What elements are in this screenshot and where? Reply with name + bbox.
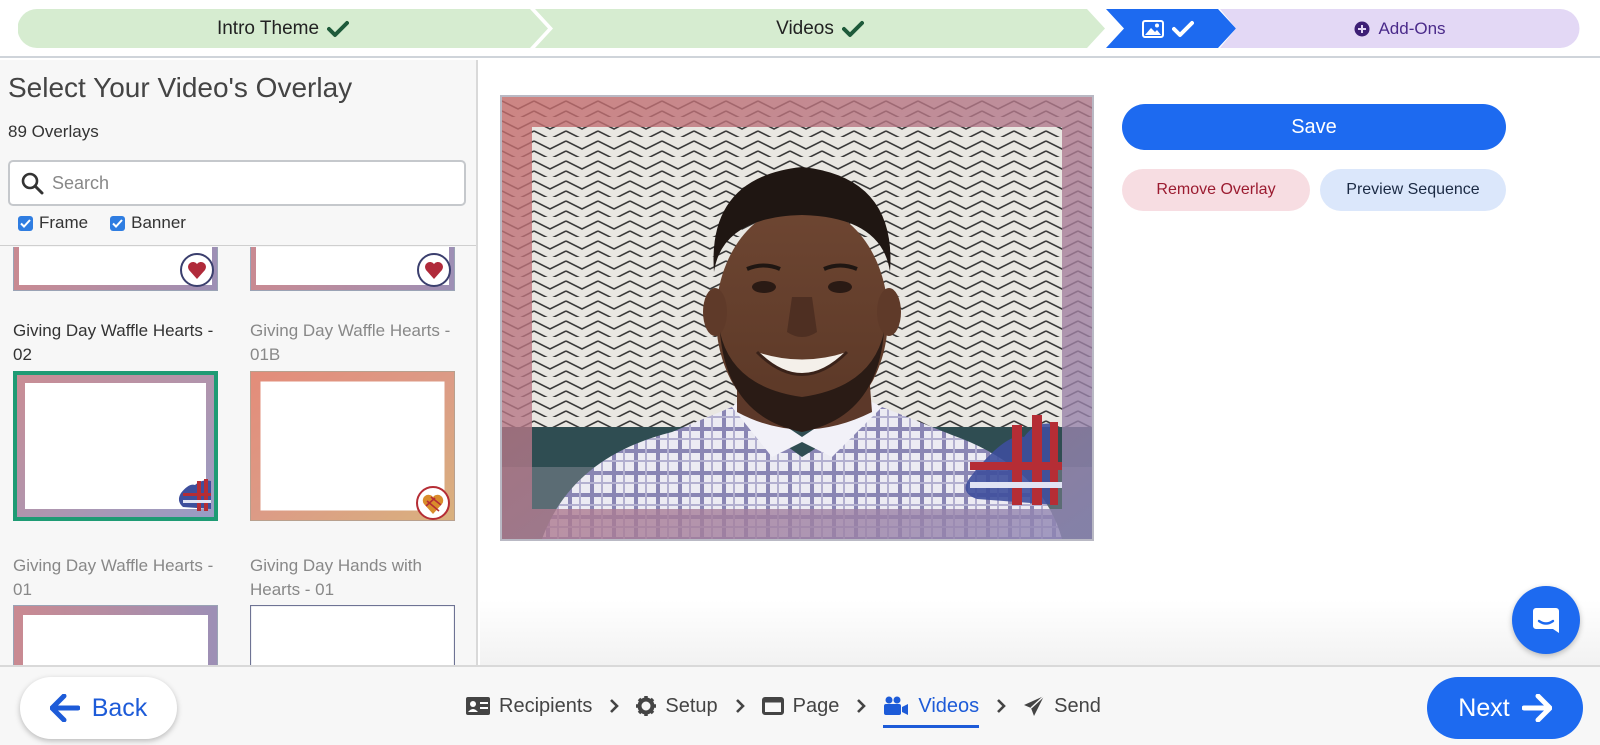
window-icon (761, 697, 784, 715)
remove-overlay-button[interactable]: Remove Overlay (1122, 169, 1310, 211)
search-box[interactable] (8, 160, 466, 206)
overlay-thumbnail[interactable] (249, 604, 456, 665)
arrow-left-icon (49, 694, 80, 722)
checkmark-icon (327, 20, 350, 37)
bottom-bar: Back Recipients Setup Page Videos Send N… (0, 665, 1600, 745)
heart-icon (180, 253, 214, 287)
overlay-count: 89 Overlays (8, 122, 99, 141)
step-videos[interactable]: Videos (535, 9, 1105, 48)
overlay-panel-header: Select Your Video's Overlay 89 Overlays … (0, 60, 476, 246)
step-intro-theme-label: Intro Theme (216, 17, 320, 39)
workflow-nav: Recipients Setup Page Videos Send (466, 667, 1101, 745)
overlay-card[interactable]: Giving Day Hands with Hearts - 01 (250, 554, 455, 604)
filter-banner[interactable]: Banner (110, 213, 186, 233)
overlay-card-title: Giving Day Waffle Hearts - 02 (13, 321, 214, 364)
overlay-thumbnail[interactable] (13, 605, 218, 665)
nav-recipients[interactable]: Recipients (466, 684, 592, 728)
overlay-grid: Giving Day Waffle Hearts - 02 Giving Day… (0, 247, 476, 665)
video-camera-icon (884, 696, 909, 715)
waffle-heart-badge-icon (416, 486, 450, 520)
overlay-card-title: Giving Day Hands with Hearts - 01 (250, 556, 422, 599)
overlay-card-title: Giving Day Waffle Hearts - 01B (250, 321, 451, 364)
filter-frame[interactable]: Frame (18, 213, 88, 233)
nav-setup[interactable]: Setup (636, 684, 718, 728)
nav-videos[interactable]: Videos (883, 684, 979, 728)
chat-launcher-button[interactable] (1512, 586, 1580, 654)
content-bottom-fade (480, 600, 1600, 665)
preview-sequence-button[interactable]: Preview Sequence (1320, 169, 1506, 211)
image-icon (1142, 19, 1164, 38)
overlay-thumbnail[interactable] (249, 370, 456, 522)
chevron-right-icon (996, 698, 1007, 714)
checkmark-icon (841, 20, 864, 37)
save-button[interactable]: Save (1122, 104, 1506, 150)
back-button[interactable]: Back (20, 677, 177, 739)
nav-setup-label: Setup (665, 694, 718, 717)
next-button-label: Next (1458, 693, 1510, 722)
waffle-heart-icon (178, 479, 211, 511)
checkmark-icon (1172, 20, 1194, 37)
nav-send[interactable]: Send (1023, 684, 1101, 728)
overlay-card[interactable]: Giving Day Waffle Hearts - 02 (13, 319, 218, 369)
nav-send-label: Send (1054, 694, 1101, 717)
step-add-ons[interactable]: Add-Ons (1220, 9, 1580, 48)
nav-recipients-label: Recipients (499, 694, 593, 717)
chevron-right-icon (856, 698, 867, 714)
id-card-icon (466, 697, 490, 715)
step-overlay[interactable] (1106, 9, 1236, 48)
chevron-right-icon (609, 698, 620, 714)
arrow-right-icon (1521, 694, 1552, 722)
step-add-ons-label: Add-Ons (1378, 18, 1446, 38)
nav-page[interactable]: Page (761, 684, 840, 728)
overlay-panel: Select Your Video's Overlay 89 Overlays … (0, 60, 478, 665)
overlay-thumbnail-selected[interactable] (13, 371, 218, 521)
next-button[interactable]: Next (1427, 677, 1583, 739)
nav-videos-label: Videos (918, 694, 980, 717)
banner-checkbox[interactable] (110, 215, 126, 231)
filter-group: Frame Banner (18, 213, 186, 233)
overlay-card[interactable]: Giving Day Waffle Hearts - 01B (250, 319, 455, 369)
banner-checkbox-label: Banner (131, 213, 186, 232)
panel-title: Select Your Video's Overlay (8, 72, 353, 103)
chat-icon (1533, 608, 1559, 633)
step-intro-theme[interactable]: Intro Theme (18, 9, 548, 48)
chevron-right-icon (735, 698, 745, 714)
frame-checkbox[interactable] (18, 215, 33, 231)
video-preview[interactable] (500, 95, 1094, 541)
plus-circle-icon (1354, 21, 1370, 36)
overlay-card[interactable]: Giving Day Waffle Hearts - 01 (13, 554, 218, 604)
nav-page-label: Page (792, 694, 840, 717)
overlay-card-title: Giving Day Waffle Hearts - 01 (13, 556, 214, 599)
heart-icon (417, 253, 451, 287)
search-icon (21, 172, 44, 195)
paper-plane-icon (1024, 695, 1045, 716)
search-input[interactable] (52, 172, 452, 194)
video-frame-image (502, 97, 1092, 539)
frame-checkbox-label: Frame (39, 213, 89, 232)
progress-stepper: Intro Theme Videos Add-Ons (0, 0, 1600, 58)
gear-icon (636, 696, 657, 716)
back-button-label: Back (91, 693, 148, 722)
step-videos-label: Videos (776, 17, 834, 39)
